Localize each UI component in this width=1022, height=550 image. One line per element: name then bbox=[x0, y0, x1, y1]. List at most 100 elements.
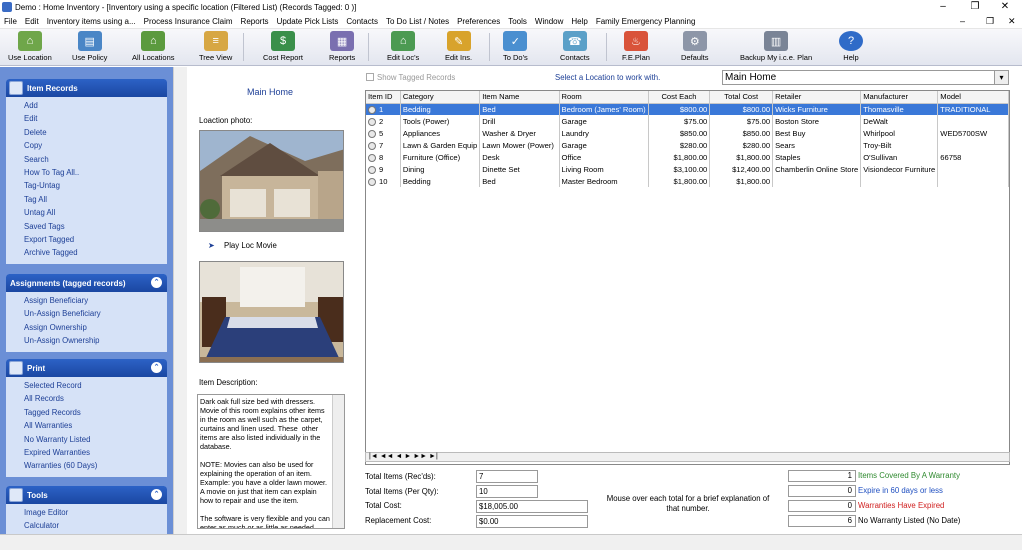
collapse-chevron-icon[interactable]: ⌃ bbox=[151, 362, 162, 373]
table-row[interactable]: 8 Furniture (Office) Desk Office $1,800.… bbox=[366, 151, 1009, 163]
link-add[interactable]: Add bbox=[24, 99, 167, 112]
link-print-all-warranties[interactable]: All Warranties bbox=[24, 419, 167, 432]
link-unassign-ownership[interactable]: Un-Assign Ownership bbox=[24, 334, 167, 347]
link-untag-all[interactable]: Untag All bbox=[24, 206, 167, 219]
link-assign-ownership[interactable]: Assign Ownership bbox=[24, 321, 167, 334]
fe-plan-button[interactable]: ♨ F.E.Plan bbox=[622, 31, 650, 65]
link-how-to-tag-all[interactable]: How To Tag All.. bbox=[24, 166, 167, 179]
link-tag-untag[interactable]: Tag-Untag bbox=[24, 179, 167, 192]
all-locations-button[interactable]: ⌂ All Locations bbox=[132, 31, 175, 65]
table-row[interactable]: 7 Lawn & Garden Equip Lawn Mower (Power)… bbox=[366, 139, 1009, 151]
row-selector-icon[interactable] bbox=[368, 117, 376, 126]
link-unassign-beneficiary[interactable]: Un-Assign Beneficiary bbox=[24, 307, 167, 320]
link-print-selected-record[interactable]: Selected Record bbox=[24, 379, 167, 392]
link-tag-all[interactable]: Tag All bbox=[24, 193, 167, 206]
link-print-warranties-60-days[interactable]: Warranties (60 Days) bbox=[24, 459, 167, 472]
menu-help[interactable]: Help bbox=[567, 17, 591, 26]
minimize-button[interactable]: – bbox=[928, 0, 958, 14]
link-copy[interactable]: Copy bbox=[24, 139, 167, 152]
mdi-close-button[interactable]: ✕ bbox=[1008, 14, 1016, 29]
column-header-category[interactable]: Category bbox=[400, 91, 481, 104]
collapse-chevron-icon[interactable]: ⌃ bbox=[151, 489, 162, 500]
menu-process-insurance-claim[interactable]: Process Insurance Claim bbox=[140, 17, 237, 26]
menu-inventory-items[interactable]: Inventory items using a... bbox=[43, 17, 140, 26]
link-search[interactable]: Search bbox=[24, 153, 167, 166]
menu-update-pick-lists[interactable]: Update Pick Lists bbox=[273, 17, 343, 26]
table-row[interactable]: 9 Dining Dinette Set Living Room $3,100.… bbox=[366, 163, 1009, 175]
use-location-button[interactable]: ⌂ Use Location bbox=[8, 31, 52, 65]
link-export-tagged[interactable]: Export Tagged bbox=[24, 233, 167, 246]
menu-edit[interactable]: Edit bbox=[21, 17, 43, 26]
row-selector-icon[interactable] bbox=[368, 129, 376, 138]
edit-insurance-button[interactable]: ✎ Edit Ins. bbox=[445, 31, 472, 65]
row-selector-icon[interactable] bbox=[368, 165, 376, 174]
row-selector-icon[interactable] bbox=[368, 153, 376, 162]
link-assign-beneficiary[interactable]: Assign Beneficiary bbox=[24, 294, 167, 307]
column-header-retailer[interactable]: Retailer bbox=[772, 91, 862, 104]
column-header-cost-each[interactable]: Cost Each bbox=[648, 91, 711, 104]
link-print-tagged-records[interactable]: Tagged Records bbox=[24, 406, 167, 419]
table-cell: Whirlpool bbox=[860, 127, 939, 139]
row-selector-icon[interactable] bbox=[368, 141, 376, 150]
location-name: Main Home bbox=[246, 87, 293, 97]
menu-preferences[interactable]: Preferences bbox=[453, 17, 504, 26]
menu-family-emergency-planning[interactable]: Family Emergency Planning bbox=[592, 17, 700, 26]
link-image-editor[interactable]: Image Editor bbox=[24, 506, 167, 519]
menu-contacts[interactable]: Contacts bbox=[342, 17, 382, 26]
column-header-manufacturer[interactable]: Manufacturer bbox=[860, 91, 939, 104]
tree-view-button[interactable]: ≡ Tree View bbox=[199, 31, 232, 65]
cost-report-button[interactable]: $ Cost Report bbox=[263, 31, 303, 65]
link-saved-tags[interactable]: Saved Tags bbox=[24, 220, 167, 233]
table-row[interactable]: 2 Tools (Power) Drill Garage $75.00 $75.… bbox=[366, 115, 1009, 127]
table-row[interactable]: 1 Bedding Bed Bedroom (James' Room) $800… bbox=[366, 103, 1009, 115]
column-header-model[interactable]: Model bbox=[937, 91, 1009, 104]
column-header-room[interactable]: Room bbox=[559, 91, 649, 104]
link-edit[interactable]: Edit bbox=[24, 112, 167, 125]
link-calculator[interactable]: Calculator bbox=[24, 519, 167, 532]
item-description-textarea[interactable]: Dark oak full size bed with dressers. Mo… bbox=[197, 394, 345, 529]
reports-button[interactable]: ▦ Reports bbox=[329, 31, 355, 65]
use-policy-button[interactable]: ▤ Use Policy bbox=[72, 31, 107, 65]
row-selector-icon[interactable] bbox=[368, 105, 376, 114]
row-selector-icon[interactable] bbox=[368, 177, 376, 186]
contacts-button[interactable]: ☎ Contacts bbox=[560, 31, 590, 65]
play-icon[interactable]: ➤ bbox=[208, 241, 215, 250]
menu-tools[interactable]: Tools bbox=[504, 17, 531, 26]
link-print-no-warranty[interactable]: No Warranty Listed bbox=[24, 433, 167, 446]
menu-window[interactable]: Window bbox=[531, 17, 567, 26]
grid-navigator[interactable]: |◄ ◄◄ ◄ ► ►► ►| bbox=[365, 452, 1010, 462]
edit-locations-button[interactable]: ⌂ Edit Loc's bbox=[387, 31, 419, 65]
menu-to-do-list[interactable]: To Do List / Notes bbox=[382, 17, 453, 26]
link-print-all-records[interactable]: All Records bbox=[24, 392, 167, 405]
column-header-item-id[interactable]: Item ID bbox=[366, 91, 401, 104]
location-select[interactable]: Main Home ▾ bbox=[722, 70, 1009, 85]
mdi-minimize-button[interactable]: – bbox=[960, 14, 965, 29]
mdi-restore-button[interactable]: ❐ bbox=[986, 14, 994, 29]
defaults-button[interactable]: ⚙ Defaults bbox=[681, 31, 709, 65]
collapse-chevron-icon[interactable]: ⌃ bbox=[151, 277, 162, 288]
to-dos-button[interactable]: ✓ To Do's bbox=[503, 31, 528, 65]
link-print-expired-warranties[interactable]: Expired Warranties bbox=[24, 446, 167, 459]
help-button[interactable]: ? Help bbox=[839, 31, 863, 65]
table-row[interactable]: 10 Bedding Bed Master Bedroom $1,800.00 … bbox=[366, 175, 1009, 187]
show-tagged-checkbox[interactable] bbox=[366, 73, 374, 81]
link-delete[interactable]: Delete bbox=[24, 126, 167, 139]
menu-file[interactable]: File bbox=[0, 17, 21, 26]
table-row[interactable]: 5 Appliances Washer & Dryer Laundry $850… bbox=[366, 127, 1009, 139]
task-panel-scrollbar[interactable] bbox=[173, 67, 187, 534]
column-header-total-cost[interactable]: Total Cost bbox=[709, 91, 774, 104]
tools-header[interactable]: Tools ⌃ bbox=[6, 486, 167, 504]
assignments-header[interactable]: Assignments (tagged records) ⌃ bbox=[6, 274, 167, 292]
restore-button[interactable]: ❐ bbox=[960, 0, 990, 14]
close-button[interactable]: ✕ bbox=[990, 0, 1020, 14]
link-archive-tagged[interactable]: Archive Tagged bbox=[24, 246, 167, 259]
play-loc-movie-link[interactable]: Play Loc Movie bbox=[224, 241, 277, 250]
item-records-header[interactable]: Item Records bbox=[6, 79, 167, 97]
description-scrollbar[interactable] bbox=[332, 395, 344, 528]
backup-button[interactable]: ▥ Backup My i.c.e. Plan bbox=[740, 31, 812, 65]
print-header[interactable]: Print ⌃ bbox=[6, 359, 167, 377]
menu-reports[interactable]: Reports bbox=[237, 17, 273, 26]
column-header-item-name[interactable]: Item Name bbox=[479, 91, 560, 104]
chevron-down-icon[interactable]: ▾ bbox=[994, 71, 1008, 84]
record-navigation-buttons[interactable]: |◄ ◄◄ ◄ ► ►► ►| bbox=[366, 453, 438, 460]
